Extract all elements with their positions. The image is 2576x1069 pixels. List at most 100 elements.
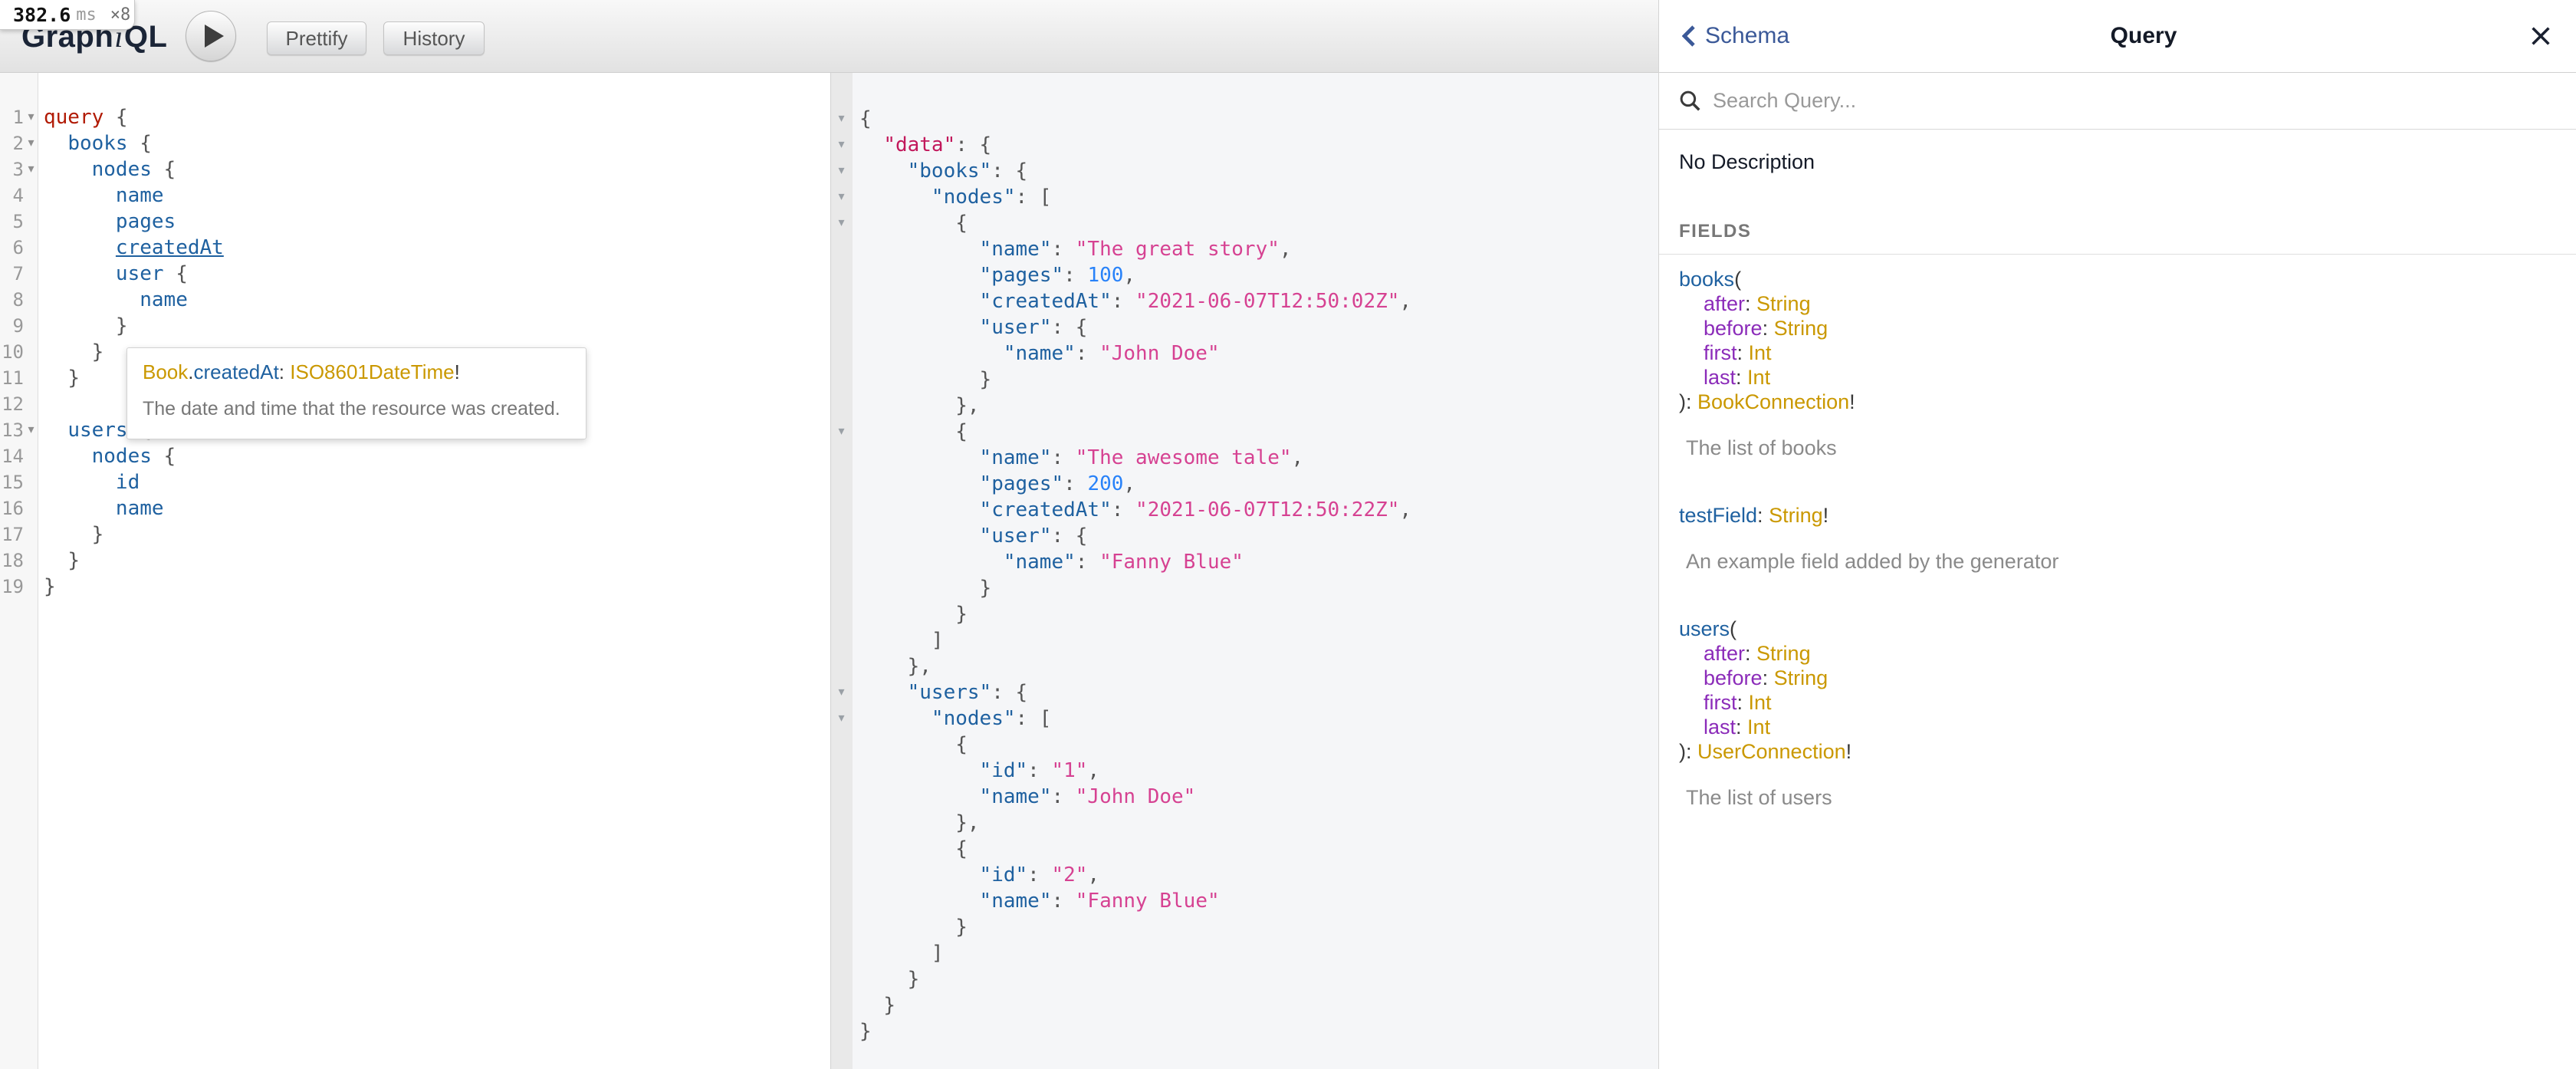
token: "id": [980, 863, 1028, 886]
fold-toggle-icon: [830, 367, 853, 393]
query-line[interactable]: 9 }: [0, 313, 830, 339]
token: },: [955, 394, 979, 417]
field-signature-line[interactable]: before: String: [1679, 666, 2556, 690]
token: !: [1846, 740, 1852, 763]
field-signature-line[interactable]: last: Int: [1679, 365, 2556, 390]
token: ,: [1280, 238, 1292, 261]
token: after: [1704, 292, 1745, 315]
query-editor[interactable]: 1▾query {2▾ books {3▾ nodes {4 name5 pag…: [0, 73, 830, 1069]
query-line[interactable]: 19}: [0, 574, 830, 600]
fold-toggle-icon[interactable]: ▾: [24, 417, 38, 443]
token: "id": [980, 759, 1028, 782]
token: :: [1027, 863, 1051, 886]
field-signature-line[interactable]: books(: [1679, 267, 2556, 291]
gutter-cell: 13▾: [0, 417, 38, 443]
doc-search-input[interactable]: [1713, 89, 2556, 113]
token: [44, 132, 67, 155]
token: ,: [1087, 863, 1099, 886]
field-signature-line[interactable]: before: String: [1679, 316, 2556, 340]
fold-toggle-icon[interactable]: ▾: [830, 210, 853, 236]
fold-toggle-icon[interactable]: ▾: [830, 679, 853, 706]
result-line: }: [830, 367, 1658, 393]
fold-toggle-icon: [830, 732, 853, 758]
fold-toggle-icon[interactable]: ▾: [830, 132, 853, 158]
token: :: [1063, 264, 1087, 287]
result-line: "name": "Fanny Blue": [830, 549, 1658, 575]
field-signature-line[interactable]: users(: [1679, 617, 2556, 641]
token: },: [908, 655, 932, 678]
result-line: ]: [830, 627, 1658, 653]
field-signature-line[interactable]: testField: String!: [1679, 503, 2556, 528]
token: [44, 471, 116, 494]
field-signature-line[interactable]: after: String: [1679, 641, 2556, 666]
token: [44, 210, 116, 233]
token: :: [1757, 504, 1769, 527]
token: name: [116, 184, 164, 207]
token: "pages": [980, 472, 1064, 495]
query-line[interactable]: 16 name: [0, 495, 830, 521]
query-code-text: pages: [38, 209, 176, 235]
query-line[interactable]: 1▾query {: [0, 104, 830, 130]
query-line[interactable]: 7 user {: [0, 261, 830, 287]
query-line[interactable]: 6 createdAt: [0, 235, 830, 261]
fold-toggle-icon[interactable]: ▾: [24, 104, 38, 130]
token: ,: [1399, 498, 1411, 521]
token: String: [1756, 642, 1811, 665]
field-signature-line[interactable]: ): UserConnection!: [1679, 739, 2556, 764]
fold-toggle-icon[interactable]: ▾: [830, 184, 853, 210]
doc-back-link[interactable]: Schema: [1682, 23, 1789, 49]
field-signature-line[interactable]: ): BookConnection!: [1679, 390, 2556, 414]
fold-toggle-icon[interactable]: ▾: [830, 158, 853, 184]
result-line: "name": "The awesome tale",: [830, 445, 1658, 471]
token: ,: [1087, 759, 1099, 782]
result-line: ▾{: [830, 106, 1658, 132]
field-signature-line[interactable]: first: Int: [1679, 690, 2556, 715]
token: [859, 968, 908, 991]
field-signature-line[interactable]: last: Int: [1679, 715, 2556, 739]
token: [859, 785, 980, 808]
query-code-text: }: [38, 365, 80, 391]
token: [859, 551, 1004, 574]
execute-query-button[interactable]: [186, 11, 236, 61]
token: : [: [1016, 186, 1052, 209]
doc-close-button[interactable]: [2528, 24, 2553, 48]
query-line[interactable]: 8 name: [0, 287, 830, 313]
query-line[interactable]: 2▾ books {: [0, 130, 830, 156]
token: testField: [1679, 504, 1757, 527]
query-line[interactable]: 5 pages: [0, 209, 830, 235]
token: [859, 759, 980, 782]
fold-toggle-icon[interactable]: ▾: [830, 106, 853, 132]
token: [859, 394, 955, 417]
query-line[interactable]: 17 }: [0, 521, 830, 548]
token: "data": [883, 133, 955, 156]
query-line[interactable]: 18 }: [0, 548, 830, 574]
field-signature-line[interactable]: after: String: [1679, 291, 2556, 316]
token: "1": [1051, 759, 1087, 782]
fold-toggle-icon: [24, 235, 38, 261]
field-signature-line[interactable]: first: Int: [1679, 340, 2556, 365]
result-code-text: "pages": 100,: [853, 262, 1135, 288]
fold-toggle-icon: [24, 339, 38, 365]
gutter-cell: 5: [0, 209, 38, 235]
history-button[interactable]: History: [383, 21, 485, 55]
fold-toggle-icon[interactable]: ▾: [830, 419, 853, 445]
tooltip-description: The date and time that the resource was …: [143, 397, 570, 420]
token: createdAt: [116, 236, 224, 259]
result-code-text: }: [853, 601, 968, 627]
token: (: [1730, 617, 1737, 640]
fold-toggle-icon[interactable]: ▾: [24, 130, 38, 156]
token: ,: [1292, 446, 1304, 469]
latency-value: 382.6: [13, 4, 71, 26]
result-code-text: }: [853, 914, 968, 940]
query-line[interactable]: 4 name: [0, 183, 830, 209]
prettify-button[interactable]: Prettify: [267, 21, 366, 55]
token: [859, 186, 932, 209]
query-line[interactable]: 14 nodes {: [0, 443, 830, 469]
query-line[interactable]: 15 id: [0, 469, 830, 495]
token: [44, 236, 116, 259]
fold-toggle-icon[interactable]: ▾: [830, 706, 853, 732]
fold-toggle-icon[interactable]: ▾: [24, 156, 38, 183]
token: [859, 994, 883, 1017]
query-line[interactable]: 3▾ nodes {: [0, 156, 830, 183]
result-line: "name": "John Doe": [830, 784, 1658, 810]
